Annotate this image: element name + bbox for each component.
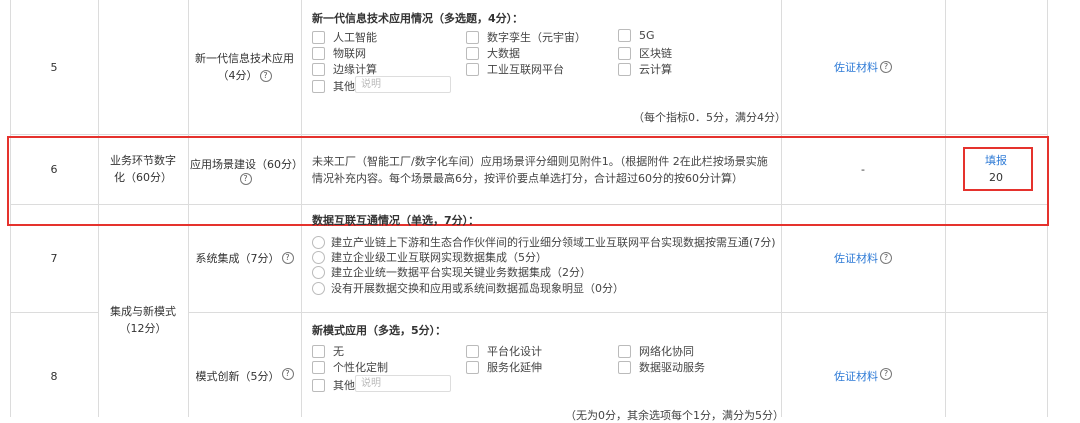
option-label: 大数据 [487, 47, 520, 60]
other-input[interactable]: 说明 [355, 76, 451, 93]
checkbox-option[interactable]: 平台化设计 [466, 343, 542, 359]
score-table: 5 新一代信息技术应用 （4分）? 新一代信息技术应用情况（多选题，4分）： 人… [0, 0, 1080, 422]
indicator-score: （4分）? [218, 67, 272, 84]
checkbox-option[interactable]: 边缘计算 [312, 61, 377, 77]
evidence-cell: 佐证材料? [781, 204, 945, 312]
question-circle-icon[interactable]: ? [880, 61, 892, 73]
option-label: 服务化延伸 [487, 361, 542, 374]
checkbox[interactable] [466, 360, 479, 374]
checkbox-option[interactable]: 网络化协同 [618, 343, 694, 359]
checkbox-option[interactable]: 人工智能 [312, 29, 377, 45]
checkbox[interactable] [466, 30, 479, 44]
option-label: 5G [639, 29, 655, 42]
checkbox[interactable] [618, 360, 631, 374]
evidence-cell: 佐证材料? [781, 312, 945, 417]
radio[interactable] [312, 265, 325, 279]
checkbox-option[interactable]: 其他 [312, 377, 355, 393]
checkbox-option[interactable]: 无 [312, 343, 344, 359]
option-label: 区块链 [639, 47, 672, 60]
radio[interactable] [312, 281, 325, 295]
option-label: 没有开展数据交换和应用或系统间数据孤岛现象明显（0分） [331, 282, 624, 295]
row-number: 5 [50, 60, 58, 74]
question-circle-icon[interactable]: ? [259, 70, 272, 82]
evidence-link[interactable]: 佐证材料 [834, 59, 878, 76]
checkbox[interactable] [618, 344, 631, 358]
option-label: 数字孪生（元宇宙） [487, 31, 586, 44]
question-circle-icon[interactable]: ? [880, 368, 892, 380]
checkbox[interactable] [312, 378, 325, 392]
option-label: 建立企业统一数据平台实现关键业务数据集成（2分） [331, 266, 591, 279]
row-number: 7 [50, 251, 58, 265]
option-label: 边缘计算 [333, 63, 377, 76]
option-label: 网络化协同 [639, 345, 694, 358]
radio-option[interactable]: 建立产业链上下游和生态合作伙伴间的行业细分领域工业互联网平台实现数据按需互通(7… [312, 234, 776, 250]
option-label: 云计算 [639, 63, 672, 76]
checkbox[interactable] [466, 62, 479, 76]
evidence-link[interactable]: 佐证材料 [834, 250, 878, 267]
checkbox[interactable] [312, 30, 325, 44]
question-circle-icon[interactable]: ? [281, 368, 294, 380]
evidence-link[interactable]: 佐证材料 [834, 368, 878, 385]
option-label: 物联网 [333, 47, 366, 60]
question-title: 新一代信息技术应用情况（多选题，4分）： [312, 12, 524, 25]
option-label: 人工智能 [333, 31, 377, 44]
other-input[interactable]: 说明 [355, 375, 451, 392]
checkbox[interactable] [312, 46, 325, 60]
indicator-name: 系统集成（7分） [195, 251, 280, 265]
option-label: 无 [333, 345, 344, 358]
radio-option[interactable]: 建立企业级工业互联网实现数据集成（5分） [312, 249, 547, 265]
score-note: （无为0分，其余选项每个1分，满分为5分） [565, 409, 784, 422]
checkbox-option[interactable]: 区块链 [618, 45, 672, 61]
indicator-cell: 系统集成（7分）? [188, 204, 301, 312]
question-title: 新模式应用（多选，5分）： [312, 324, 447, 337]
checkbox[interactable] [312, 344, 325, 358]
checkbox-option[interactable]: 工业互联网平台 [466, 61, 564, 77]
radio[interactable] [312, 250, 325, 264]
checkbox[interactable] [312, 360, 325, 374]
radio-option[interactable]: 没有开展数据交换和应用或系统间数据孤岛现象明显（0分） [312, 280, 624, 296]
row-number: 8 [50, 370, 58, 383]
radio-option[interactable]: 建立企业统一数据平台实现关键业务数据集成（2分） [312, 264, 591, 280]
indicator-name: 新一代信息技术应用 [195, 52, 294, 65]
option-label: 工业互联网平台 [487, 63, 564, 76]
checkbox[interactable] [312, 79, 325, 93]
checkbox-option[interactable]: 云计算 [618, 61, 672, 77]
checkbox-option[interactable]: 5G [618, 29, 655, 42]
highlight-fill-box [963, 147, 1033, 191]
option-label: 建立企业级工业互联网实现数据集成（5分） [331, 251, 547, 264]
checkbox[interactable] [618, 46, 631, 60]
checkbox[interactable] [618, 29, 631, 42]
checkbox-option[interactable]: 其他 [312, 78, 355, 94]
checkbox[interactable] [618, 62, 631, 76]
indicator-cell: 新一代信息技术应用 （4分）? [188, 0, 301, 134]
option-label: 个性化定制 [333, 361, 388, 374]
question-circle-icon[interactable]: ? [281, 252, 294, 264]
question-circle-icon[interactable]: ? [880, 252, 892, 264]
checkbox-option[interactable]: 数据驱动服务 [618, 359, 705, 375]
indicator-name: 模式创新（5分） [195, 370, 280, 383]
option-label: 建立产业链上下游和生态合作伙伴间的行业细分领域工业互联网平台实现数据按需互通(7… [331, 236, 776, 249]
question-title: 数据互联互通情况（单选，7分）： [312, 214, 480, 227]
checkbox-option[interactable]: 服务化延伸 [466, 359, 542, 375]
checkbox-option[interactable]: 个性化定制 [312, 359, 388, 375]
score-note: （每个指标0．5分，满分4分） [633, 111, 786, 124]
checkbox-option[interactable]: 数字孪生（元宇宙） [466, 29, 586, 45]
indicator-cell: 模式创新（5分）? [188, 312, 301, 417]
checkbox[interactable] [466, 344, 479, 358]
category-name: 集成与新模式（12分） [110, 305, 176, 335]
radio[interactable] [312, 235, 325, 249]
option-label: 其他 [333, 80, 355, 93]
option-label: 平台化设计 [487, 345, 542, 358]
evidence-cell: 佐证材料? [781, 0, 945, 134]
checkbox[interactable] [466, 46, 479, 60]
checkbox[interactable] [312, 62, 325, 76]
option-label: 数据驱动服务 [639, 361, 705, 374]
checkbox-option[interactable]: 物联网 [312, 45, 366, 61]
checkbox-option[interactable]: 大数据 [466, 45, 520, 61]
option-label: 其他 [333, 379, 355, 392]
